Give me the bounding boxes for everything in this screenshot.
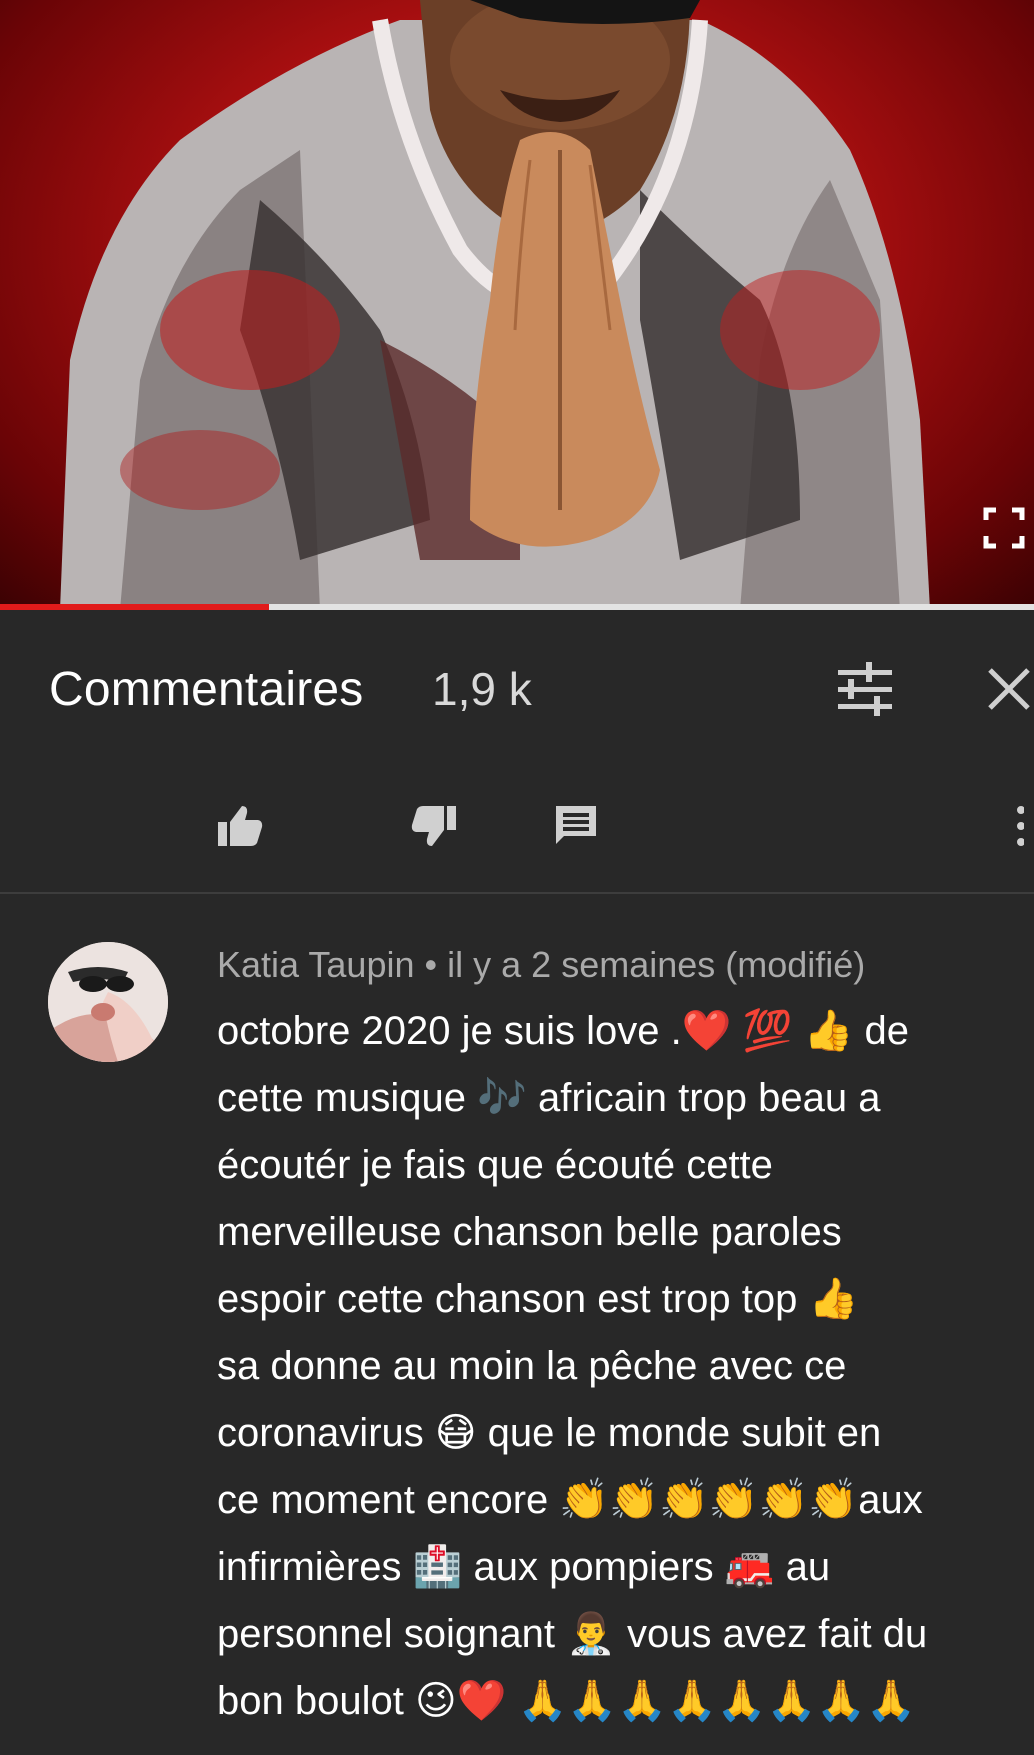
sort-comments-button[interactable]	[830, 654, 900, 724]
comment-line: personnel soignant 👨‍⚕️ vous avez fait d…	[217, 1612, 928, 1656]
more-options-button[interactable]	[1000, 792, 1034, 860]
reply-button[interactable]	[542, 792, 610, 860]
close-comments-button[interactable]	[974, 654, 1034, 724]
thumbs-down-icon	[411, 806, 456, 846]
comment-action-row	[0, 768, 1034, 894]
comment-line: cette musique 🎶 africain trop beau a	[217, 1076, 881, 1120]
meta-separator: •	[424, 944, 438, 985]
comment-line: bon boulot 😉❤️ 🙏🙏🙏🙏🙏🙏🙏🙏	[217, 1679, 917, 1723]
dislike-button[interactable]	[400, 792, 468, 860]
comment-line: ce moment encore 👏👏👏👏👏👏aux	[217, 1478, 923, 1522]
comment-author[interactable]: Katia Taupin	[217, 944, 415, 985]
comments-header: Commentaires 1,9 k	[0, 610, 1034, 768]
close-icon	[988, 668, 1030, 710]
thumbs-up-icon	[218, 806, 263, 846]
comments-title: Commentaires	[49, 663, 364, 716]
more-vert-icon	[1017, 806, 1024, 846]
comment-line: espoir cette chanson est trop top 👍	[217, 1277, 859, 1321]
comment-line: écoutér je fais que écouté cette	[217, 1143, 773, 1187]
comment-icon	[556, 806, 596, 844]
comment-line: infirmières 🏥 aux pompiers 🚒 au	[217, 1545, 831, 1589]
comments-count: 1,9 k	[432, 663, 532, 715]
comment-text: octobre 2020 je suis love .❤️ 💯 👍 de cet…	[217, 998, 1027, 1735]
comment-line: octobre 2020 je suis love .❤️ 💯 👍 de	[217, 1009, 909, 1053]
video-player[interactable]	[0, 0, 1034, 610]
comment-item: Katia Taupin • il y a 2 semaines (modifi…	[0, 894, 1034, 1755]
video-thumbnail-person	[60, 0, 930, 610]
comment-line: sa donne au moin la pêche avec ce	[217, 1344, 847, 1388]
avatar[interactable]	[48, 942, 168, 1062]
fullscreen-button[interactable]	[980, 504, 1028, 552]
comment-line: merveilleuse chanson belle paroles	[217, 1210, 842, 1254]
comment-meta: Katia Taupin • il y a 2 semaines (modifi…	[217, 944, 865, 986]
tune-sliders-icon	[838, 662, 892, 716]
like-button[interactable]	[206, 792, 274, 860]
comment-time: il y a 2 semaines (modifié)	[447, 944, 866, 985]
avatar-image	[48, 942, 168, 1062]
comment-line: coronavirus 😷 que le monde subit en	[217, 1411, 882, 1455]
fullscreen-icon	[983, 507, 1025, 549]
